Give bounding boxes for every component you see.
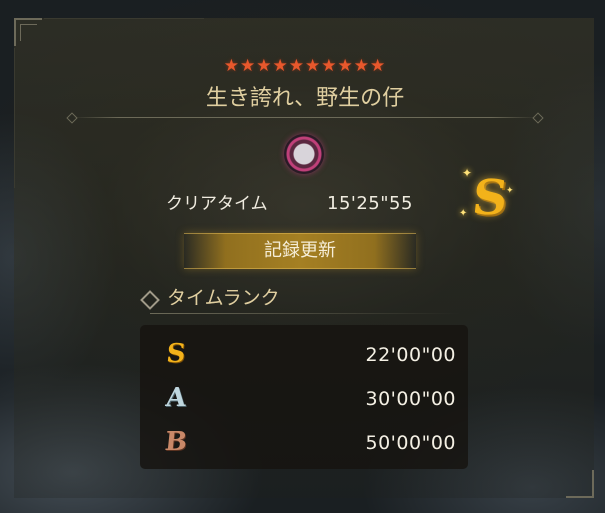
new-record-banner: 記録更新 [184, 233, 416, 269]
rank-a-time: 30'00"00 [365, 388, 456, 410]
rank-b-time: 50'00"00 [365, 432, 456, 454]
time-rank-header: タイムランク [140, 284, 280, 312]
rank-row-s: S 22'00"00 [140, 332, 468, 376]
time-rank-title: タイムランク [167, 287, 280, 309]
title-divider [72, 117, 538, 118]
clear-time-label: クリアタイム [166, 194, 268, 214]
rank-a-icon: A [164, 383, 188, 413]
sparkle-icon: ✦ [462, 166, 473, 180]
frame-line-top [44, 18, 204, 19]
sparkle-icon: ✦ [459, 208, 468, 219]
rank-s-time: 22'00"00 [365, 344, 456, 366]
time-rank-table: S 22'00"00 A 30'00"00 B 50'00"00 [140, 325, 468, 469]
rank-s-icon: S [165, 339, 187, 369]
clear-time-value: 15'25"55 [327, 193, 413, 214]
frame-line-left [14, 48, 15, 188]
difficulty-stars: ★★★★★★★★★★ [223, 56, 387, 76]
frame-corner-bottom-right [566, 470, 594, 498]
rank-b-icon: B [163, 427, 189, 457]
section-underline [150, 313, 460, 314]
frame-corner-top-left-inner [20, 24, 37, 41]
quest-title: 生き誇れ、野生の仔 [205, 86, 405, 111]
rank-row-a: A 30'00"00 [140, 376, 468, 420]
achieved-rank-badge: S [469, 170, 511, 226]
monster-portrait-icon [284, 134, 324, 174]
diamond-emblem-icon [140, 290, 160, 310]
rank-row-b: B 50'00"00 [140, 420, 468, 464]
